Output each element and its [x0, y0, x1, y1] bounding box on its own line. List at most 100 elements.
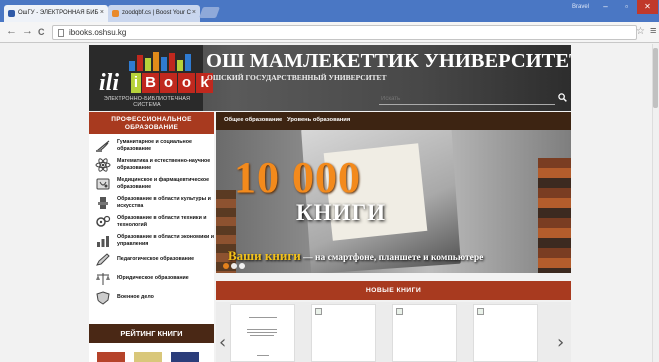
sidebar-item-humanities[interactable]: Гуманитарное и социальное образование [89, 136, 214, 155]
broken-image-icon [315, 308, 322, 315]
logo-letter: i [131, 73, 141, 93]
cover-line [257, 355, 269, 356]
sidebar-item-label: Образование в области экономики и управл… [117, 234, 214, 247]
rating-books [97, 352, 208, 362]
scrollbar-thumb[interactable] [653, 48, 658, 108]
logo-letter: B [142, 73, 159, 93]
sidebar-item-label: Педагогическое образование [117, 256, 195, 263]
logo-letter: o [178, 73, 195, 93]
university-subtitle: ОШСКИЙ ГОСУДАРСТВЕННЫЙ УНИВЕРСИТЕТ [207, 73, 387, 82]
book-card[interactable] [473, 304, 538, 362]
tab-inactive[interactable]: zoodqbf.cs | Boost Your C × [108, 5, 200, 22]
minimize-button[interactable]: – [595, 0, 616, 14]
logo-ili-text: ili [99, 70, 120, 96]
cover-line [247, 329, 277, 330]
sidebar: ПРОФЕССИОНАЛЬНОЕ ОБРАЗОВАНИЕ Гуманитарно… [89, 112, 214, 362]
nav-general-education[interactable]: Общее образование [224, 117, 282, 123]
back-button[interactable]: ← [6, 25, 17, 37]
book-cover[interactable] [134, 352, 162, 362]
broken-image-icon [396, 308, 403, 315]
search-icon[interactable] [558, 93, 567, 102]
close-tab-icon[interactable]: × [100, 9, 104, 16]
address-bar[interactable]: ibooks.oshsu.kg [52, 25, 637, 40]
sidebar-item-label: Математика и естественно-научное образов… [117, 158, 211, 171]
chart-icon [97, 235, 109, 247]
sidebar-item-military[interactable]: Военное дело [89, 288, 214, 307]
top-nav: Общее образование Уровень образования [216, 112, 571, 130]
browser-tab-bar: ОшГУ - ЭЛЕКТРОННАЯ БИБ × zoodqbf.cs | Bo… [0, 0, 659, 22]
sidebar-item-medical[interactable]: Медицинское и фармацевтическое образован… [89, 174, 214, 193]
sidebar-item-label: Юридическое образование [117, 275, 189, 282]
hero-slider[interactable]: 10 000 КНИГИ Ваши книги — на смартфоне, … [216, 130, 571, 273]
sidebar-item-law[interactable]: Юридическое образование [89, 269, 214, 288]
window-controls: – ▫ ✕ [595, 0, 658, 14]
favicon-icon [112, 10, 119, 17]
stethoscope-icon [96, 178, 110, 189]
slide-caption: Ваши книги — на смартфоне, планшете и ко… [228, 248, 483, 264]
category-list: Гуманитарное и социальное образование Ма… [89, 134, 214, 307]
quill-icon [96, 140, 110, 152]
logo-bars-icon [129, 51, 193, 71]
close-tab-icon[interactable]: × [192, 9, 196, 16]
book-card[interactable] [392, 304, 457, 362]
maximize-button[interactable]: ▫ [616, 0, 637, 14]
sidebar-item-label: Медицинское и фармацевтическое образован… [117, 177, 210, 190]
site-logo[interactable]: ili i B o o k ЭЛЕКТРОННО-БИБЛИОТЕЧНАЯ СИ… [89, 45, 213, 111]
menu-icon[interactable]: ≡ [650, 25, 656, 37]
book-cover[interactable] [97, 352, 125, 362]
sidebar-heading: ПРОФЕССИОНАЛЬНОЕ ОБРАЗОВАНИЕ [89, 112, 214, 134]
slide-word: КНИГИ [296, 200, 386, 225]
sidebar-item-engineering[interactable]: Образование в области техники и технолог… [89, 212, 214, 231]
new-tab-button[interactable] [198, 7, 221, 18]
search-input[interactable] [379, 93, 555, 105]
sidebar-item-label: Гуманитарное и социальное образование [117, 139, 192, 152]
cover-line [247, 332, 277, 333]
book-card[interactable] [311, 304, 376, 362]
pen-icon [96, 252, 110, 266]
cover-line [250, 335, 274, 336]
reload-button[interactable]: C [38, 27, 45, 37]
slider-dot[interactable] [239, 263, 245, 269]
gears-icon [96, 215, 111, 227]
caption-highlight: Ваши книги [228, 248, 301, 263]
bookmark-star-icon[interactable]: ☆ [636, 26, 645, 37]
slider-dots [223, 263, 247, 269]
caption-text: — на смартфоне, планшете и компьютере [300, 253, 484, 263]
slider-dot[interactable] [231, 263, 237, 269]
slider-dot[interactable] [223, 263, 229, 269]
logo-ibook: i B o o k [131, 73, 214, 93]
nav-education-level[interactable]: Уровень образования [287, 117, 350, 123]
sidebar-item-culture[interactable]: Образование в области культуры и искусст… [89, 193, 214, 212]
new-books-heading: НОВЫЕ КНИГИ [216, 281, 571, 300]
sidebar-item-science[interactable]: Математика и естественно-научное образов… [89, 155, 214, 174]
sidebar-item-label: Образование в области техники и технолог… [117, 215, 207, 228]
carousel-next-icon[interactable]: › [557, 332, 564, 353]
forward-button[interactable]: → [22, 25, 33, 37]
theater-icon [98, 196, 108, 209]
favicon-icon [8, 10, 15, 17]
close-window-button[interactable]: ✕ [637, 0, 658, 14]
profile-label[interactable]: Bravel [572, 4, 589, 10]
books-image [538, 158, 571, 273]
tab-title: ОшГУ - ЭЛЕКТРОННАЯ БИБ [18, 10, 99, 16]
broken-image-icon [477, 308, 484, 315]
rating-heading: РЕЙТИНГ КНИГИ [89, 324, 214, 343]
new-books-carousel: ‹ › [216, 302, 571, 362]
university-title: ОШ МАМЛЕКЕТТИК УНИВЕРСИТЕТИ [206, 50, 571, 72]
book-cover[interactable] [171, 352, 199, 362]
sidebar-item-label: Военное дело [117, 294, 154, 301]
browser-toolbar: ← → C ibooks.oshsu.kg ☆ ≡ [0, 22, 659, 43]
page-icon [58, 29, 64, 37]
sidebar-item-economics[interactable]: Образование в области экономики и управл… [89, 231, 214, 250]
slide-number: 10 000 [234, 153, 361, 202]
sidebar-item-pedagogy[interactable]: Педагогическое образование [89, 250, 214, 269]
book-card[interactable] [230, 304, 295, 362]
shield-icon [96, 290, 110, 305]
url-text: ibooks.oshsu.kg [69, 28, 127, 37]
site-header: ili i B o o k ЭЛЕКТРОННО-БИБЛИОТЕЧНАЯ СИ… [89, 45, 571, 111]
logo-subtitle: ЭЛЕКТРОННО-БИБЛИОТЕЧНАЯ СИСТЕМА [103, 96, 191, 108]
scales-icon [96, 272, 110, 285]
carousel-prev-icon[interactable]: ‹ [219, 332, 226, 353]
sidebar-item-label: Образование в области культуры и искусст… [117, 196, 211, 209]
tab-active[interactable]: ОшГУ - ЭЛЕКТРОННАЯ БИБ × [4, 5, 108, 22]
